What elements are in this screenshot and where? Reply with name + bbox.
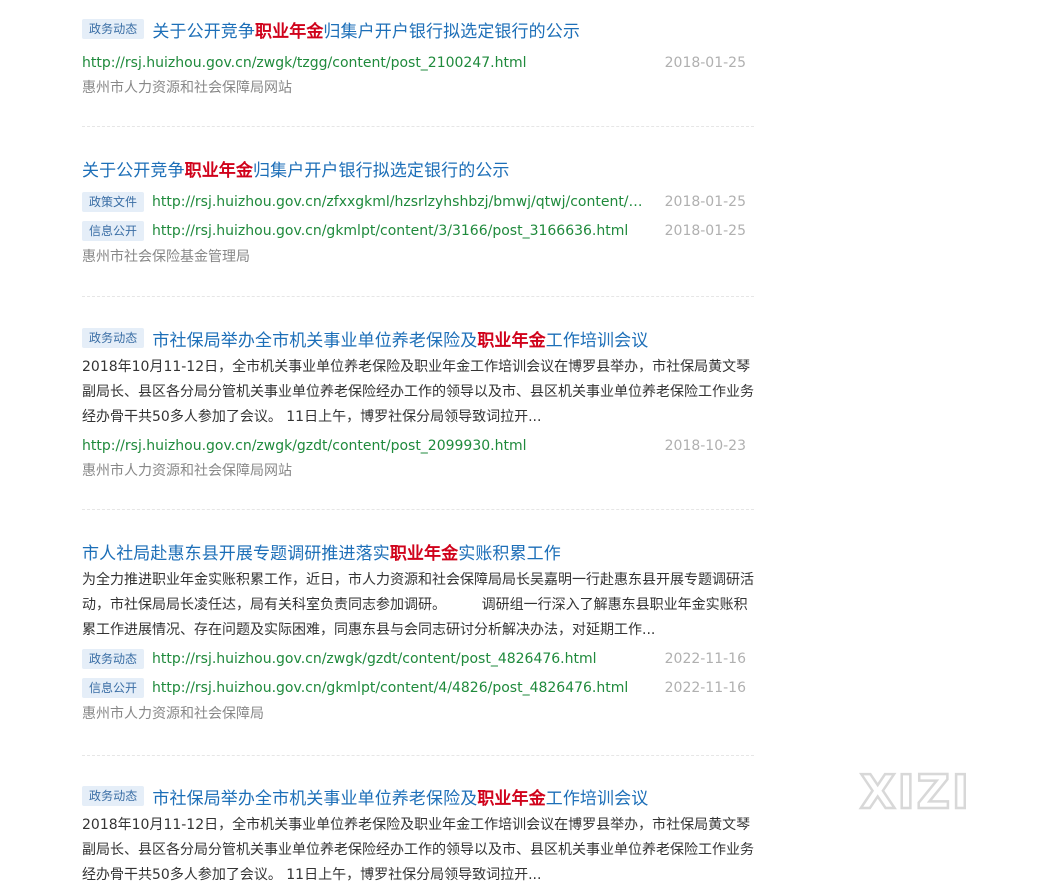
title-text: 归集户开户银行拟选定银行的公示 [253, 160, 510, 181]
category-tag[interactable]: 信息公开 [82, 220, 145, 241]
result-title-line: 关于公开竞争职业年金归集户开户银行拟选定银行的公示 [82, 155, 510, 181]
result-link-row: 信息公开 http://rsj.huizhou.gov.cn/gkmlpt/co… [82, 673, 754, 702]
result-link-row: 政务动态 http://rsj.huizhou.gov.cn/zwgk/gzdt… [82, 644, 754, 673]
title-text: 实账积累工作 [458, 543, 561, 564]
result-url-link[interactable]: http://rsj.huizhou.gov.cn/zwgk/gzdt/cont… [82, 438, 527, 454]
result-date: 2018-10-23 [664, 437, 746, 454]
result-source: 惠州市人力资源和社会保障局 [82, 706, 264, 722]
title-text: 市社保局举办全市机关事业单位养老保险及 [152, 330, 478, 351]
title-text: 关于公开竞争 [152, 21, 256, 42]
keyword-highlight: 职业年金 [389, 543, 459, 564]
search-result: 关于公开竞争职业年金归集户开户银行拟选定银行的公示 政策文件 http://rs… [82, 127, 754, 297]
xizi-watermark-logo: XIZI [859, 766, 971, 814]
keyword-highlight: 职业年金 [184, 160, 254, 181]
result-title-link[interactable]: 市人社局赴惠东县开展专题调研推进落实职业年金实账积累工作 [82, 539, 561, 564]
result-source: 惠州市人力资源和社会保障局网站 [82, 80, 292, 96]
result-title-link[interactable]: 市社保局举办全市机关事业单位养老保险及职业年金工作培训会议 [152, 326, 648, 351]
category-tag[interactable]: 政务动态 [82, 786, 145, 806]
result-link-row: 政策文件 http://rsj.huizhou.gov.cn/zfxxgkml/… [82, 187, 754, 216]
result-source: 惠州市人力资源和社会保障局网站 [82, 463, 292, 479]
result-date: 2018-01-25 [664, 54, 746, 71]
result-title-line: 政务动态 市社保局举办全市机关事业单位养老保险及职业年金工作培训会议 [82, 783, 648, 809]
title-text: 工作培训会议 [545, 788, 649, 809]
search-results-list: 政务动态 关于公开竞争职业年金归集户开户银行拟选定银行的公示 http://rs… [82, 0, 754, 896]
title-text: 市人社局赴惠东县开展专题调研推进落实 [82, 543, 390, 564]
result-url-link[interactable]: http://rsj.huizhou.gov.cn/gkmlpt/content… [152, 223, 628, 239]
result-link-row: http://rsj.huizhou.gov.cn/zwgk/gzdt/cont… [82, 431, 754, 460]
result-title-line: 市人社局赴惠东县开展专题调研推进落实职业年金实账积累工作 [82, 538, 561, 564]
category-tag[interactable]: 政务动态 [82, 648, 145, 669]
category-tag[interactable]: 信息公开 [82, 677, 145, 698]
category-tag[interactable]: 政务动态 [82, 19, 145, 39]
result-date: 2018-01-25 [664, 193, 746, 210]
result-snippet: 2018年10月11-12日，全市机关事业单位养老保险及职业年金工作培训会议在博… [82, 817, 754, 883]
keyword-highlight: 职业年金 [255, 21, 324, 42]
result-title-link[interactable]: 市社保局举办全市机关事业单位养老保险及职业年金工作培训会议 [152, 784, 648, 809]
result-source: 惠州市社会保险基金管理局 [82, 249, 250, 265]
title-text: 关于公开竞争 [82, 160, 185, 181]
result-title-link[interactable]: 关于公开竞争职业年金归集户开户银行拟选定银行的公示 [82, 156, 510, 181]
result-url-link[interactable]: http://rsj.huizhou.gov.cn/zwgk/gzdt/cont… [152, 651, 597, 667]
search-result: 政务动态 市社保局举办全市机关事业单位养老保险及职业年金工作培训会议 2018年… [82, 297, 754, 510]
result-url-link[interactable]: http://rsj.huizhou.gov.cn/gkmlpt/content… [152, 680, 628, 696]
keyword-highlight: 职业年金 [477, 330, 546, 351]
category-tag[interactable]: 政务动态 [82, 328, 145, 348]
title-text: 市社保局举办全市机关事业单位养老保险及 [152, 788, 478, 809]
search-result: 政务动态 关于公开竞争职业年金归集户开户银行拟选定银行的公示 http://rs… [82, 0, 754, 127]
result-url-link[interactable]: http://rsj.huizhou.gov.cn/zwgk/tzgg/cont… [82, 55, 527, 71]
result-title-line: 政务动态 关于公开竞争职业年金归集户开户银行拟选定银行的公示 [82, 16, 580, 42]
watermark-text: XIZI [860, 766, 971, 814]
search-result: 市人社局赴惠东县开展专题调研推进落实职业年金实账积累工作 为全力推进职业年金实账… [82, 510, 754, 756]
result-date: 2022-11-16 [664, 650, 746, 667]
result-title-link[interactable]: 关于公开竞争职业年金归集户开户银行拟选定银行的公示 [152, 17, 580, 42]
result-link-row: 信息公开 http://rsj.huizhou.gov.cn/gkmlpt/co… [82, 216, 754, 245]
result-snippet: 2018年10月11-12日，全市机关事业单位养老保险及职业年金工作培训会议在博… [82, 359, 754, 425]
result-date: 2018-01-25 [664, 222, 746, 239]
title-text: 工作培训会议 [545, 330, 649, 351]
category-tag[interactable]: 政策文件 [82, 191, 145, 212]
result-url-link[interactable]: http://rsj.huizhou.gov.cn/zfxxgkml/hzsrl… [152, 194, 646, 210]
result-title-line: 政务动态 市社保局举办全市机关事业单位养老保险及职业年金工作培训会议 [82, 325, 648, 351]
result-snippet: 为全力推进职业年金实账积累工作，近日，市人力资源和社会保障局局长吴嘉明一行赴惠东… [82, 572, 754, 638]
result-date: 2022-11-16 [664, 679, 746, 696]
keyword-highlight: 职业年金 [477, 788, 546, 809]
title-text: 归集户开户银行拟选定银行的公示 [323, 21, 580, 42]
result-link-row: http://rsj.huizhou.gov.cn/zwgk/tzgg/cont… [82, 48, 754, 77]
search-result: 政务动态 市社保局举办全市机关事业单位养老保险及职业年金工作培训会议 2018年… [82, 756, 754, 896]
